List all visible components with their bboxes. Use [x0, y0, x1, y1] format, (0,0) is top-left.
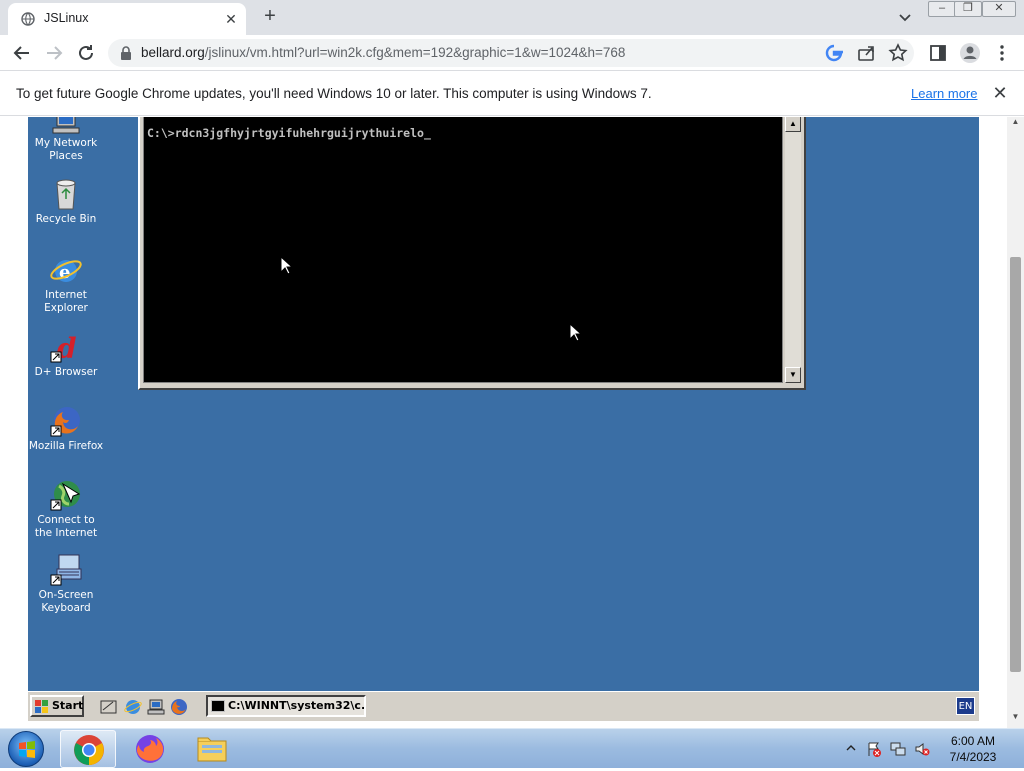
infobar-message: To get future Google Chrome updates, you… [16, 86, 652, 101]
desktop-icon-onscreen-keyboard[interactable]: On-Screen Keyboard [28, 553, 104, 615]
dplus-browser-icon: d [50, 332, 77, 364]
mouse-pointer-icon [569, 323, 583, 342]
chevron-down-icon[interactable] [896, 8, 914, 26]
learn-more-link[interactable]: Learn more [911, 86, 977, 101]
console-scrollbar[interactable]: ▲ ▼ [785, 117, 801, 383]
infobar-close-icon[interactable]: ✕ [990, 83, 1010, 103]
taskbar-item-label: C:\WINNT\system32\c... [228, 699, 366, 712]
desktop-icon-label: My Network Places [34, 137, 98, 162]
globe-icon [21, 12, 35, 26]
menu-kebab-icon[interactable] [990, 41, 1014, 65]
desktop-icon-label: On-Screen Keyboard [38, 589, 94, 614]
forward-arrow-icon[interactable] [42, 41, 66, 65]
console-command-line: C:\>rdcn3jgfhyjrtgyifuhehrguijrythuirelo… [147, 126, 431, 140]
firefox-icon[interactable] [170, 698, 188, 716]
desktop-icon-label: D+ Browser [34, 366, 98, 378]
lock-icon[interactable] [120, 46, 132, 60]
volume-muted-icon[interactable] [914, 741, 930, 757]
taskbar-pin-firefox[interactable] [122, 730, 178, 768]
onscreen-keyboard-icon [50, 554, 82, 586]
desktop-icon-label: Recycle Bin [35, 213, 97, 225]
win2k-desktop[interactable]: My Network Places Recycle Bin e Internet… [28, 117, 979, 691]
start-orb-button[interactable] [8, 731, 44, 767]
mouse-pointer-icon [280, 256, 294, 275]
browser-toolbar: bellard.org/jslinux/vm.html?url=win2k.cf… [0, 35, 1024, 71]
start-label: Start [52, 699, 84, 712]
address-bar[interactable]: bellard.org/jslinux/vm.html?url=win2k.cf… [108, 39, 914, 67]
network-computer-icon[interactable] [147, 698, 165, 716]
minimize-button[interactable]: – [928, 1, 956, 17]
show-desktop-icon[interactable] [100, 698, 118, 716]
network-icon[interactable] [890, 741, 906, 757]
command-prompt-window[interactable]: C:\>rdcn3jgfhyjrtgyifuhehrguijrythuirelo… [138, 117, 806, 390]
desktop-icon-firefox[interactable]: Mozilla Firefox [28, 404, 104, 453]
share-icon[interactable] [854, 41, 878, 65]
tab-close-icon[interactable]: ✕ [222, 10, 240, 28]
scroll-up-arrow-icon[interactable]: ▲ [785, 117, 801, 132]
new-tab-button[interactable]: + [258, 6, 282, 28]
url-text[interactable]: bellard.org/jslinux/vm.html?url=win2k.cf… [141, 45, 625, 60]
windows-flag-icon [35, 700, 48, 713]
chrome-icon [74, 735, 104, 765]
scroll-down-arrow-icon[interactable]: ▼ [1007, 712, 1024, 726]
windows-logo-icon [19, 741, 35, 758]
desktop-icon-connect-internet[interactable]: Connect to the Internet [28, 478, 104, 540]
language-indicator[interactable]: EN [956, 697, 975, 715]
desktop-icon-network-places[interactable]: My Network Places [28, 117, 104, 163]
console-screen[interactable]: C:\>rdcn3jgfhyjrtgyifuhehrguijrythuirelo… [143, 117, 783, 383]
scroll-down-arrow-icon[interactable]: ▼ [785, 367, 801, 383]
scroll-up-arrow-icon[interactable]: ▲ [1007, 117, 1024, 131]
win2k-taskbar: Start C:\WINNT\system32\c... EN [28, 691, 979, 721]
taskbar-item-command-prompt[interactable]: C:\WINNT\system32\c... [206, 695, 366, 717]
desktop-icon-label: Mozilla Firefox [28, 440, 104, 452]
firefox-icon [136, 735, 164, 763]
google-lens-icon[interactable] [822, 41, 846, 65]
recycle-bin-icon [56, 179, 76, 210]
url-path: /jslinux/vm.html?url=win2k.cfg&mem=192&g… [204, 45, 626, 60]
desktop-icon-recycle-bin[interactable]: Recycle Bin [28, 177, 104, 226]
tab-strip: JSLinux ✕ + – ❐ ✕ [0, 0, 1024, 35]
page-content: My Network Places Recycle Bin e Internet… [0, 117, 1024, 728]
taskbar-pin-chrome[interactable] [60, 730, 116, 768]
show-hidden-icons-icon[interactable] [846, 743, 856, 753]
browser-tab[interactable]: JSLinux ✕ [8, 3, 246, 35]
system-clock[interactable]: 6:00 AM 7/4/2023 [930, 733, 1016, 765]
scrollbar-thumb[interactable] [1010, 257, 1021, 672]
clock-date: 7/4/2023 [949, 750, 997, 764]
connect-internet-icon [50, 481, 81, 511]
explorer-folder-icon [197, 737, 227, 762]
star-bookmark-icon[interactable] [886, 41, 910, 65]
page-scrollbar[interactable]: ▲ ▼ [1007, 117, 1024, 728]
taskbar-pin-explorer[interactable] [184, 730, 240, 768]
update-infobar: To get future Google Chrome updates, you… [0, 72, 1024, 116]
side-panel-icon[interactable] [926, 41, 950, 65]
firefox-icon [50, 407, 80, 437]
start-button[interactable]: Start [30, 695, 84, 717]
back-arrow-icon[interactable] [10, 41, 34, 65]
clock-time: 6:00 AM [950, 734, 996, 748]
url-host: bellard.org [141, 45, 205, 60]
network-places-icon [52, 117, 80, 134]
tab-title: JSLinux [44, 11, 89, 25]
desktop-icon-internet-explorer[interactable]: e Internet Explorer [28, 253, 104, 315]
action-center-flag-icon[interactable] [866, 741, 882, 757]
internet-explorer-icon: e [50, 260, 82, 283]
windows7-taskbar: 6:00 AM 7/4/2023 [0, 728, 1024, 768]
desktop-icon-label: Connect to the Internet [34, 514, 98, 539]
restore-button[interactable]: ❐ [954, 1, 982, 17]
internet-explorer-icon[interactable] [124, 698, 142, 716]
window-close-button[interactable]: ✕ [982, 1, 1016, 17]
desktop-icon-label: Internet Explorer [44, 289, 88, 314]
desktop-icon-dplus-browser[interactable]: d D+ Browser [28, 330, 104, 379]
profile-avatar-icon[interactable] [958, 41, 982, 65]
console-window-icon [211, 700, 225, 712]
reload-icon[interactable] [74, 41, 98, 65]
